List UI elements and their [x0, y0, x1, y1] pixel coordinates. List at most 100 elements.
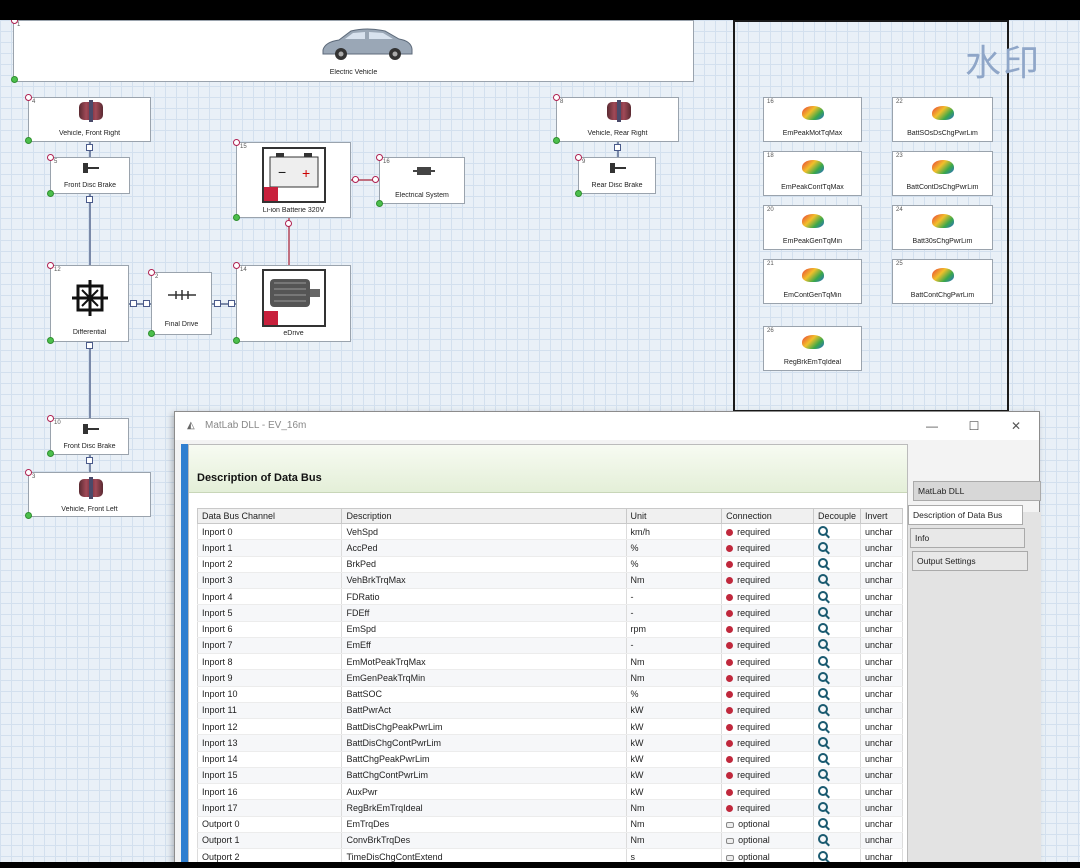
- map-block[interactable]: 21 EmContGenTqMin: [763, 259, 862, 304]
- tab-matlab-dll-header[interactable]: MatLab DLL: [913, 481, 1041, 501]
- connection-cell[interactable]: required: [721, 669, 814, 687]
- table-row[interactable]: Outport 1 ConvBrkTrqDes Nm optional unchar: [196, 832, 903, 850]
- connection-cell[interactable]: required: [721, 767, 814, 785]
- col-header-connection[interactable]: Connection: [721, 508, 814, 524]
- decouple-icon[interactable]: [817, 753, 828, 764]
- decouple-cell[interactable]: [812, 832, 862, 850]
- table-row[interactable]: Inport 6 EmSpd rpm required unchar: [196, 621, 903, 638]
- invert-cell[interactable]: unchar: [860, 718, 903, 736]
- decouple-icon[interactable]: [817, 541, 828, 552]
- table-row[interactable]: Inport 4 FDRatio - required unchar: [196, 588, 903, 606]
- invert-cell[interactable]: unchar: [860, 588, 903, 606]
- decouple-icon[interactable]: [817, 655, 828, 666]
- decouple-icon[interactable]: [817, 671, 828, 682]
- dialog-titlebar[interactable]: ◭ MatLab DLL - EV_16m — ☐ ✕: [175, 412, 1039, 440]
- decouple-icon[interactable]: [817, 639, 828, 650]
- decouple-cell[interactable]: [812, 799, 862, 817]
- connection-cell[interactable]: required: [721, 734, 814, 752]
- block-front-disc-brake[interactable]: 5 Front Disc Brake: [50, 157, 130, 194]
- decouple-cell[interactable]: [812, 621, 862, 638]
- block-final-drive[interactable]: 2 Final Drive: [151, 272, 212, 335]
- decouple-cell[interactable]: [812, 539, 862, 557]
- model-canvas[interactable]: 1 Electric Vehicle 4 Vehicle, Front Righ…: [0, 20, 1080, 868]
- decouple-icon[interactable]: [817, 720, 828, 731]
- decouple-cell[interactable]: [812, 669, 862, 687]
- decouple-icon[interactable]: [817, 558, 828, 569]
- col-header-channel[interactable]: Data Bus Channel: [196, 508, 343, 524]
- connection-cell[interactable]: required: [721, 556, 814, 573]
- decouple-icon[interactable]: [817, 606, 828, 617]
- invert-cell[interactable]: unchar: [860, 669, 903, 687]
- table-row[interactable]: Inport 15 BattChgContPwrLim kW required unch…: [196, 767, 903, 785]
- invert-cell[interactable]: unchar: [860, 751, 903, 768]
- decouple-icon[interactable]: [817, 818, 828, 829]
- table-row[interactable]: Inport 10 BattSOC% required unchar: [196, 686, 903, 703]
- decouple-icon[interactable]: [817, 525, 828, 536]
- connection-cell[interactable]: required: [721, 523, 814, 541]
- decouple-cell[interactable]: [812, 751, 862, 768]
- invert-cell[interactable]: unchar: [860, 767, 903, 785]
- col-header-decouple[interactable]: Decouple: [812, 508, 862, 524]
- connection-cell[interactable]: required: [721, 653, 814, 671]
- table-row[interactable]: Inport 9 EmGenPeakTrqMin Nm required unchar: [196, 669, 903, 687]
- data-bus-table[interactable]: Data Bus Channel Description Unit Connec…: [196, 508, 903, 868]
- decouple-cell[interactable]: [812, 816, 862, 833]
- table-row[interactable]: Inport 14 BattChgPeakPwrLim kW required unch…: [196, 751, 903, 768]
- decouple-icon[interactable]: [817, 623, 828, 634]
- matlab-dll-dialog[interactable]: ◭ MatLab DLL - EV_16m — ☐ ✕ Description …: [174, 411, 1041, 868]
- table-row[interactable]: Inport 8 EmMotPeakTrqMax Nm required unchar: [196, 653, 903, 671]
- map-block[interactable]: 26 RegBrkEmTqIdeal: [763, 326, 862, 371]
- connection-cell[interactable]: required: [721, 539, 814, 557]
- invert-cell[interactable]: unchar: [860, 572, 903, 590]
- map-block[interactable]: 23 BattContDsChgPwrLim: [892, 151, 993, 196]
- invert-cell[interactable]: unchar: [860, 783, 903, 801]
- map-block[interactable]: 22 BattSOsDsChgPwrLim: [892, 97, 993, 142]
- tab-description-of-data-bus[interactable]: Description of Data Bus: [908, 505, 1023, 525]
- invert-cell[interactable]: unchar: [860, 523, 903, 541]
- table-row[interactable]: Inport 3 VehBrkTrqMax Nm required unchar: [196, 572, 903, 590]
- decouple-icon[interactable]: [817, 590, 828, 601]
- block-vehicle-front-right[interactable]: 4 Vehicle, Front Right: [28, 97, 151, 142]
- block-front-disc-brake-left[interactable]: 10 Front Disc Brake: [50, 418, 129, 455]
- invert-cell[interactable]: unchar: [860, 832, 903, 850]
- decouple-cell[interactable]: [812, 572, 862, 590]
- block-differential[interactable]: 12 Differential: [50, 265, 129, 342]
- decouple-icon[interactable]: [817, 736, 828, 747]
- block-vehicle-front-left[interactable]: 3 Vehicle, Front Left: [28, 472, 151, 517]
- decouple-cell[interactable]: [812, 523, 862, 541]
- tab-info[interactable]: Info: [910, 528, 1025, 548]
- col-header-invert[interactable]: Invert: [860, 508, 903, 524]
- minimize-button[interactable]: —: [917, 417, 947, 435]
- invert-cell[interactable]: unchar: [860, 637, 903, 655]
- connection-cell[interactable]: optional: [721, 816, 814, 833]
- connection-cell[interactable]: required: [721, 572, 814, 590]
- table-row[interactable]: Inport 5 FDEff - required unchar: [196, 604, 903, 622]
- decouple-icon[interactable]: [817, 834, 828, 845]
- decouple-cell[interactable]: [812, 783, 862, 801]
- invert-cell[interactable]: unchar: [860, 686, 903, 703]
- decouple-cell[interactable]: [812, 604, 862, 622]
- invert-cell[interactable]: unchar: [860, 653, 903, 671]
- connection-cell[interactable]: required: [721, 621, 814, 638]
- connection-cell[interactable]: required: [721, 718, 814, 736]
- decouple-icon[interactable]: [817, 785, 828, 796]
- table-row[interactable]: Inport 2 BrkPed% required unchar: [196, 556, 903, 573]
- decouple-icon[interactable]: [817, 850, 828, 861]
- block-edrive[interactable]: 14 eDrive: [236, 265, 351, 342]
- block-vehicle-rear-right[interactable]: 8 Vehicle, Rear Right: [556, 97, 679, 142]
- map-block[interactable]: 18 EmPeakContTqMax: [763, 151, 862, 196]
- vehicle-block[interactable]: 1 Electric Vehicle: [13, 20, 694, 82]
- connection-cell[interactable]: required: [721, 783, 814, 801]
- table-row[interactable]: Inport 12 BattDisChgPeakPwrLim kW required u…: [196, 718, 903, 736]
- decouple-icon[interactable]: [817, 688, 828, 699]
- invert-cell[interactable]: unchar: [860, 556, 903, 573]
- map-block[interactable]: 16 EmPeakMotTqMax: [763, 97, 862, 142]
- decouple-cell[interactable]: [812, 734, 862, 752]
- close-button[interactable]: ✕: [1001, 417, 1031, 435]
- invert-cell[interactable]: unchar: [860, 734, 903, 752]
- decouple-cell[interactable]: [812, 556, 862, 573]
- connection-cell[interactable]: required: [721, 702, 814, 720]
- decouple-cell[interactable]: [812, 637, 862, 655]
- col-header-description[interactable]: Description: [341, 508, 627, 524]
- table-row[interactable]: Inport 11 BattPwrAct kW required unchar: [196, 702, 903, 720]
